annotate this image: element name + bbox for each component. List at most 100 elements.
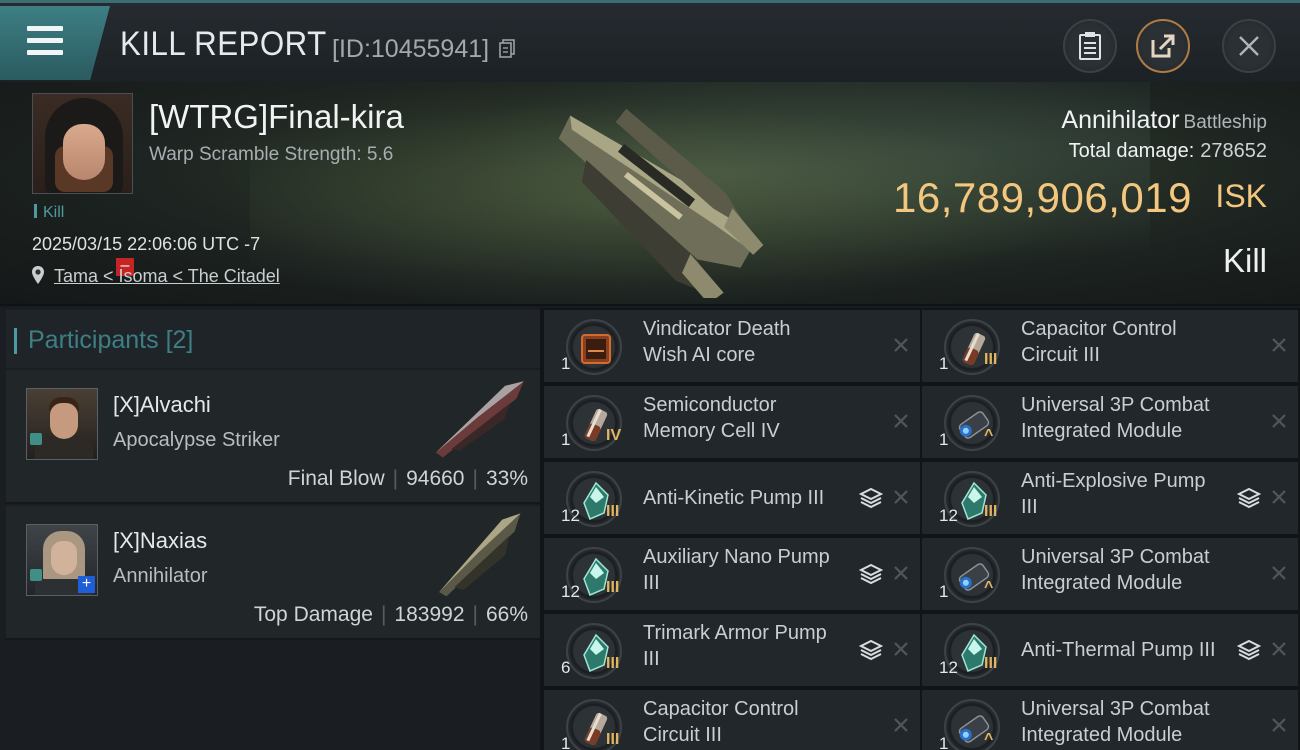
module-name-line2: Wish AI core (643, 344, 756, 366)
participants-title: Participants [2] (13, 326, 193, 355)
close-icon[interactable] (891, 562, 911, 584)
module-item[interactable]: 12 III Anti-Explosive Pump III (922, 462, 1298, 534)
participant-name[interactable]: [X]Alvachi (113, 392, 211, 418)
participant-ship-image (439, 513, 521, 597)
module-item[interactable]: 1 ^ Universal 3P Combat Integrated Module (922, 386, 1298, 458)
module-item[interactable]: 12 III Anti-Kinetic Pump III (544, 462, 920, 534)
damage-label: Top Damage (253, 603, 373, 626)
share-icon (1151, 34, 1175, 58)
report-button[interactable] (1063, 19, 1117, 73)
module-name-line1: Universal 3P Combat (1021, 698, 1210, 720)
close-icon[interactable] (1269, 562, 1289, 584)
module-item[interactable]: 1 Vindicator Death Wish AI core (544, 310, 920, 382)
close-button[interactable] (1222, 19, 1276, 73)
close-icon[interactable] (891, 334, 911, 356)
module-item[interactable]: 1 III Capacitor Control Circuit III (544, 690, 920, 750)
module-name-line1: Universal 3P Combat (1021, 546, 1210, 568)
module-name-line2: Integrated Module (1021, 572, 1183, 594)
module-item[interactable]: 1 ^ Universal 3P Combat Integrated Module (922, 690, 1298, 750)
stack-icon (1237, 639, 1261, 661)
close-icon[interactable] (1269, 714, 1289, 736)
victim-portrait[interactable] (32, 93, 133, 194)
total-damage-value: 278652 (1200, 140, 1267, 162)
participants-panel: Participants [2] [X]Alvachi Apocalypse S… (0, 308, 540, 750)
module-tier: III (606, 731, 620, 748)
isk-value: 16,789,906,019 (893, 174, 1192, 221)
module-name-line1: Semiconductor (643, 394, 777, 416)
close-icon[interactable] (891, 410, 911, 432)
menu-icon-bar (27, 50, 63, 55)
module-tier: IV (606, 427, 622, 444)
module-name-line2: Circuit III (643, 724, 722, 746)
close-icon[interactable] (891, 714, 911, 736)
module-item[interactable]: 1 ^ Universal 3P Combat Integrated Module (922, 538, 1298, 610)
module-item[interactable]: 12 III Auxiliary Nano Pump III (544, 538, 920, 610)
share-button[interactable] (1136, 19, 1190, 73)
module-quantity: 1 (939, 734, 949, 750)
module-item[interactable]: 6 III Trimark Armor Pump III (544, 614, 920, 686)
isk-unit: ISK (1215, 178, 1267, 214)
close-icon[interactable] (1269, 334, 1289, 356)
participant-portrait[interactable]: + (26, 524, 98, 596)
module-name-line1: Trimark Armor Pump (643, 622, 827, 644)
module-quantity: 1 (939, 582, 949, 601)
page-title: KILL REPORT (120, 25, 327, 63)
close-icon[interactable] (1269, 486, 1289, 508)
module-item[interactable]: 1 III Capacitor Control Circuit III (922, 310, 1298, 382)
module-name-line2: Circuit III (1021, 344, 1100, 366)
warp-scramble-strength: Warp Scramble Strength: 5.6 (149, 144, 394, 165)
copy-icon[interactable] (499, 39, 516, 58)
ai-core-icon (566, 319, 622, 375)
menu-button[interactable] (0, 6, 110, 80)
module-tier: ^ (984, 427, 994, 444)
participant-row[interactable]: [X]Alvachi Apocalypse Striker Final Blow… (6, 370, 540, 504)
participant-damage: 183992 (394, 603, 465, 626)
module-quantity: 1 (561, 734, 571, 750)
kill-datetime: 2025/03/15 22:06:06 UTC -7 (32, 234, 261, 254)
module-item[interactable]: 1 IV Semiconductor Memory Cell IV (544, 386, 920, 458)
close-icon[interactable] (1269, 638, 1289, 660)
total-damage-label: Total damage: (1068, 140, 1195, 162)
module-name: Trimark Armor Pump III (643, 620, 853, 672)
module-name-line2: Memory Cell IV (643, 420, 780, 442)
top-bar: KILL REPORT [ID:10455941] (0, 0, 1300, 82)
module-quantity: 1 (561, 430, 571, 449)
victim-ship: Annihilator Battleship (1061, 106, 1267, 135)
close-icon[interactable] (891, 486, 911, 508)
module-tier: III (984, 351, 998, 368)
victim-ship-image (558, 108, 764, 298)
participant-percent: 33% (485, 467, 528, 490)
dropped-items-grid: 1 Vindicator Death Wish AI core 1 III Capacit… (540, 308, 1300, 750)
module-name-line1: Auxiliary Nano Pump (643, 546, 830, 568)
participant-percent: 66% (485, 603, 528, 626)
participant-name[interactable]: [X]Naxias (113, 528, 207, 554)
module-name-line1: Anti-Kinetic Pump III (643, 487, 825, 509)
close-icon[interactable] (1269, 410, 1289, 432)
participant-ship: Annihilator (113, 565, 208, 587)
menu-icon (27, 26, 63, 31)
module-tier: ^ (984, 731, 994, 748)
result-label: Kill (1222, 242, 1267, 279)
participant-portrait[interactable] (26, 388, 98, 460)
add-icon: + (78, 576, 95, 593)
module-item[interactable]: 12 III Anti-Thermal Pump III (922, 614, 1298, 686)
victim-name[interactable]: [WTRG]Final-kira (149, 98, 404, 136)
module-name-line1: Anti-Thermal Pump III (1021, 639, 1216, 661)
module-name: Anti-Explosive Pump III (1021, 468, 1231, 520)
ship-name[interactable]: Annihilator (1061, 106, 1179, 134)
participant-row[interactable]: + [X]Naxias Annihilator Top Damage | 18399… (6, 506, 540, 640)
participant-stats: Final Blow | 94660 | 33% (287, 467, 528, 490)
module-name: Universal 3P Combat Integrated Module (1021, 392, 1231, 444)
module-name: Vindicator Death Wish AI core (643, 316, 853, 368)
module-quantity: 1 (939, 430, 949, 449)
stack-icon (859, 639, 883, 661)
participant-ship: Apocalypse Striker (113, 429, 280, 451)
kill-location-link[interactable]: Tama < Isoma < The Citadel (54, 266, 280, 287)
module-quantity: 12 (939, 658, 958, 677)
participants-title-text: Participants (28, 326, 159, 354)
module-tier: III (984, 503, 998, 520)
participant-stats: Top Damage | 183992 | 66% (253, 603, 528, 626)
module-name-line2: III (643, 572, 660, 594)
module-name-line1: Anti-Explosive Pump (1021, 470, 1206, 492)
close-icon[interactable] (891, 638, 911, 660)
